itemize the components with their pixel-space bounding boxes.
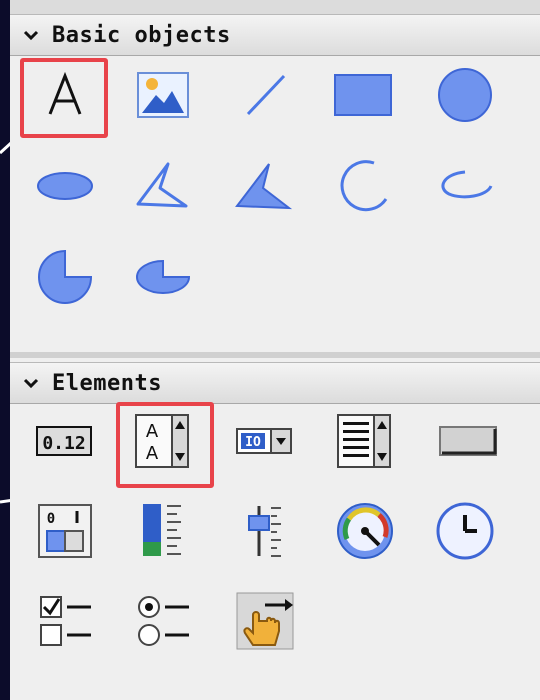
line-icon xyxy=(246,74,286,116)
slider-tool[interactable] xyxy=(230,500,300,562)
io-field-icon: 0.12 xyxy=(36,426,92,456)
bar-icon xyxy=(143,504,181,556)
hotspot-icon xyxy=(236,592,294,650)
bar-tool[interactable] xyxy=(128,500,198,562)
highlight-text-list xyxy=(116,402,214,488)
button-tool[interactable] xyxy=(434,410,504,472)
highlight-text-field xyxy=(20,58,108,138)
option-button-tool[interactable] xyxy=(128,590,198,652)
check-box-icon xyxy=(40,596,91,646)
section-title-basic-objects: Basic objects xyxy=(52,22,231,48)
symbolic-io-text: IO xyxy=(245,435,261,450)
circle-tool[interactable] xyxy=(430,64,500,126)
clock-icon xyxy=(436,502,494,560)
symbolic-io-field-icon: IO xyxy=(236,428,292,454)
ellipse-arc-icon xyxy=(441,170,493,199)
slider-icon xyxy=(248,506,281,557)
check-box-tool[interactable] xyxy=(30,590,100,652)
io-field-value: 0.12 xyxy=(42,433,85,454)
polygon-tool[interactable] xyxy=(128,155,198,217)
rectangle-icon xyxy=(334,74,392,116)
ellipse-segment-icon xyxy=(136,259,191,294)
ellipse-arc-tool[interactable] xyxy=(430,155,500,217)
io-field-tool[interactable]: 0.12 xyxy=(30,410,100,472)
polyline-filled-icon xyxy=(235,163,293,210)
arc-icon xyxy=(340,160,388,212)
gauge-icon xyxy=(337,503,393,559)
circle-segment-tool[interactable] xyxy=(30,246,100,308)
hotspot-tool[interactable] xyxy=(230,590,300,652)
chevron-down-icon[interactable] xyxy=(10,29,52,41)
gauge-tool[interactable] xyxy=(330,500,400,562)
line-tool[interactable] xyxy=(230,64,300,126)
polygon-icon xyxy=(136,162,188,208)
graphic-view-icon xyxy=(137,72,189,118)
svg-text:0: 0 xyxy=(47,511,55,527)
option-button-icon xyxy=(138,596,189,646)
rectangle-tool[interactable] xyxy=(328,64,398,126)
clock-tool[interactable] xyxy=(430,500,500,562)
ellipse-segment-tool[interactable] xyxy=(128,246,198,308)
switch-icon: 0 xyxy=(38,504,92,558)
list-box-icon xyxy=(337,414,391,468)
section-title-elements: Elements xyxy=(52,370,162,396)
switch-tool[interactable]: 0 xyxy=(30,500,100,562)
list-box-tool[interactable] xyxy=(330,410,400,472)
ellipse-icon xyxy=(37,172,93,200)
toolbox-panel: Basic objects Elements 0.12 A A IO 0 xyxy=(10,0,540,700)
circle-icon xyxy=(438,68,492,122)
arc-tool[interactable] xyxy=(330,155,400,217)
graphic-view-tool[interactable] xyxy=(128,64,198,126)
elements-header[interactable]: Elements xyxy=(10,362,540,404)
symbolic-io-field-tool[interactable]: IO xyxy=(230,410,300,472)
chevron-down-icon[interactable] xyxy=(10,377,52,389)
basic-objects-header[interactable]: Basic objects xyxy=(10,14,540,56)
ellipse-tool[interactable] xyxy=(30,155,100,217)
button-icon xyxy=(439,426,497,456)
circle-segment-icon xyxy=(38,249,93,304)
polyline-filled-tool[interactable] xyxy=(228,155,298,217)
